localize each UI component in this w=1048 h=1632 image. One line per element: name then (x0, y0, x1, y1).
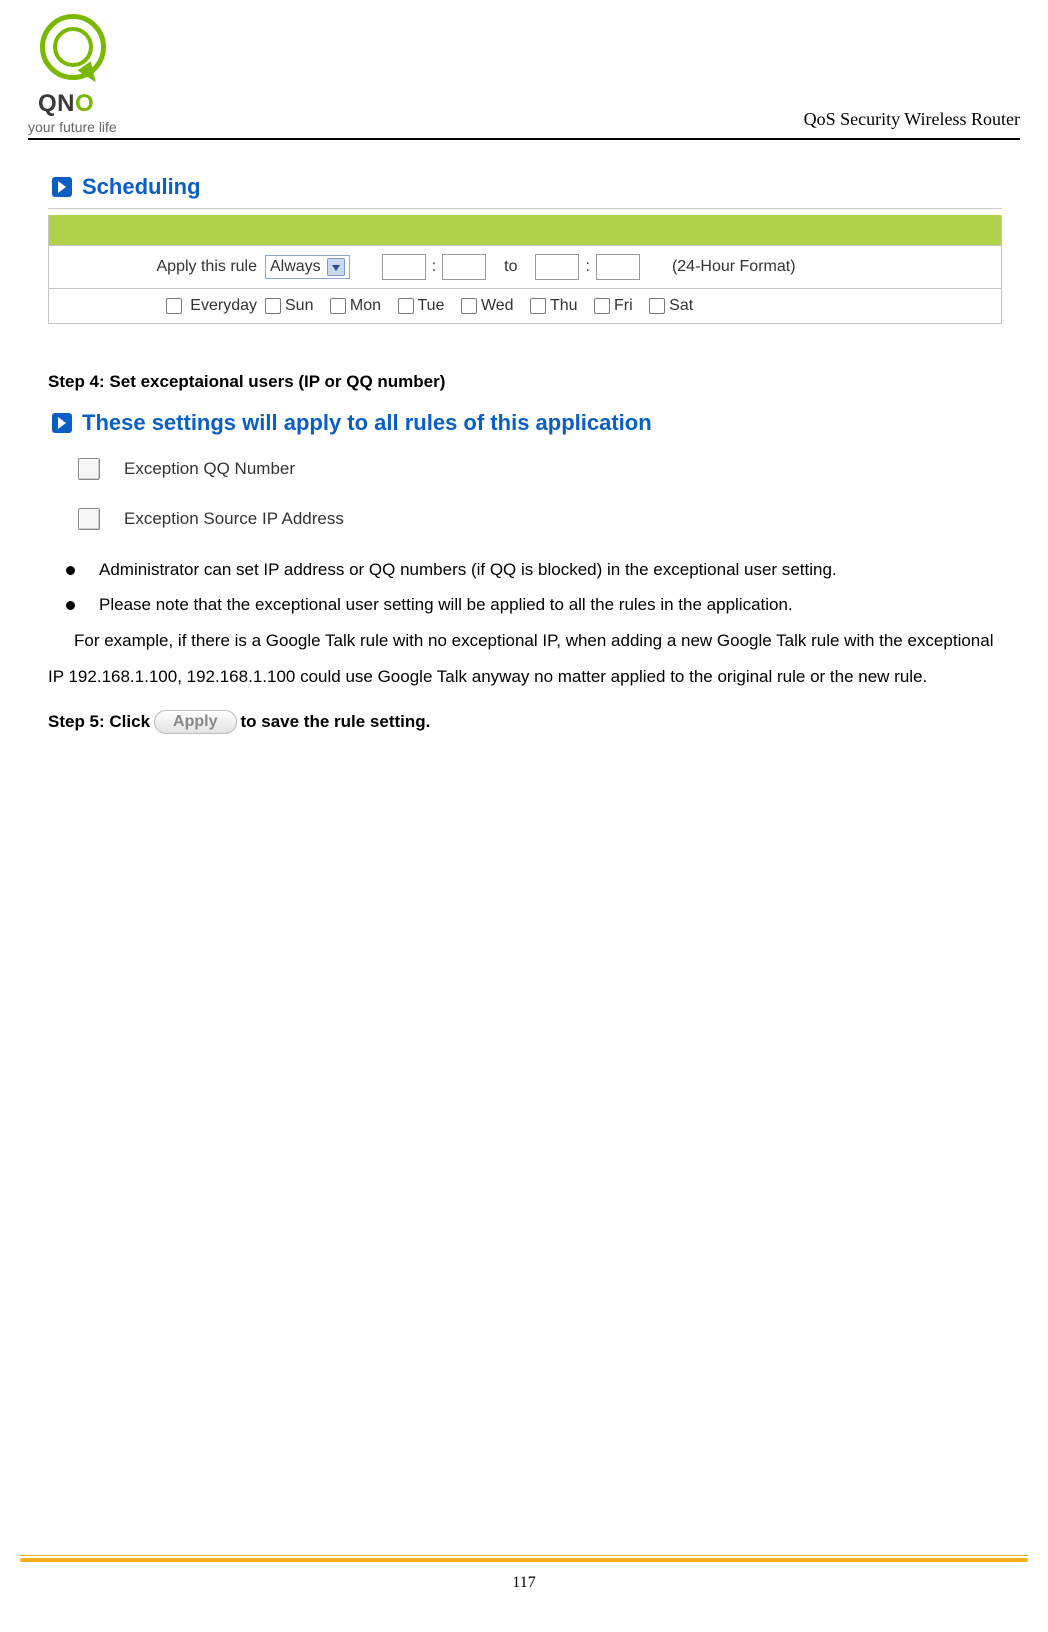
apply-rule-label: Apply this rule (59, 258, 265, 276)
apply-button[interactable]: Apply (154, 710, 236, 734)
scheduling-panel: Scheduling Apply this rule Always : (48, 170, 1002, 324)
example-paragraph: For example, if there is a Google Talk r… (48, 623, 1002, 694)
day-label: Sun (285, 297, 313, 314)
day-label: Mon (350, 297, 381, 314)
exception-qq-checkbox[interactable] (78, 458, 100, 480)
day-label: Thu (550, 297, 578, 314)
day-label: Wed (481, 297, 514, 314)
everyday-checkbox[interactable] (166, 298, 182, 314)
exception-ip-checkbox[interactable] (78, 508, 100, 530)
chevron-down-icon (327, 258, 345, 276)
day-label: Sat (669, 297, 693, 314)
header-divider (28, 138, 1020, 140)
day-tue-checkbox[interactable] (398, 298, 414, 314)
exception-qq-label: Exception QQ Number (124, 459, 295, 479)
exceptions-title: These settings will apply to all rules o… (82, 410, 652, 436)
bullet-text: Please note that the exceptional user se… (99, 587, 793, 623)
everyday-label: Everyday (190, 297, 257, 314)
time-format-hint: (24-Hour Format) (672, 258, 796, 276)
time-sep: : (585, 258, 589, 276)
bullet-text: Administrator can set IP address or QQ n… (99, 552, 837, 588)
time-from-mm[interactable] (442, 254, 486, 280)
apply-rule-select[interactable]: Always (265, 255, 350, 279)
bullet-icon (66, 601, 75, 610)
brand-name: QNO (28, 92, 118, 116)
expand-icon[interactable] (52, 413, 72, 433)
day-label: Fri (614, 297, 633, 314)
day-wed-checkbox[interactable] (461, 298, 477, 314)
day-fri-checkbox[interactable] (594, 298, 610, 314)
step5-before: Step 5: Click (48, 704, 150, 740)
brand-logo: QNO your future life (28, 12, 118, 134)
brand-tagline: your future life (28, 116, 118, 134)
apply-rule-select-value: Always (270, 258, 321, 276)
page-number: 117 (0, 1562, 1048, 1592)
bullet-icon (66, 566, 75, 575)
time-from-hh[interactable] (382, 254, 426, 280)
time-to-label: to (504, 258, 517, 276)
scheduling-header-bar (49, 215, 1001, 245)
day-mon-checkbox[interactable] (330, 298, 346, 314)
footer-divider (20, 1555, 1028, 1556)
day-thu-checkbox[interactable] (530, 298, 546, 314)
day-sat-checkbox[interactable] (649, 298, 665, 314)
exception-ip-label: Exception Source IP Address (124, 509, 344, 529)
scheduling-title: Scheduling (82, 174, 201, 200)
doc-title: QoS Security Wireless Router (804, 109, 1020, 134)
day-label: Tue (418, 297, 445, 314)
step5-after: to save the rule setting. (241, 704, 431, 740)
day-sun-checkbox[interactable] (265, 298, 281, 314)
time-sep: : (432, 258, 436, 276)
time-to-hh[interactable] (535, 254, 579, 280)
expand-icon[interactable] (52, 177, 72, 197)
step4-heading: Step 4: Set exceptaional users (IP or QQ… (48, 364, 1002, 400)
time-to-mm[interactable] (596, 254, 640, 280)
exceptions-panel: These settings will apply to all rules o… (48, 406, 1002, 544)
